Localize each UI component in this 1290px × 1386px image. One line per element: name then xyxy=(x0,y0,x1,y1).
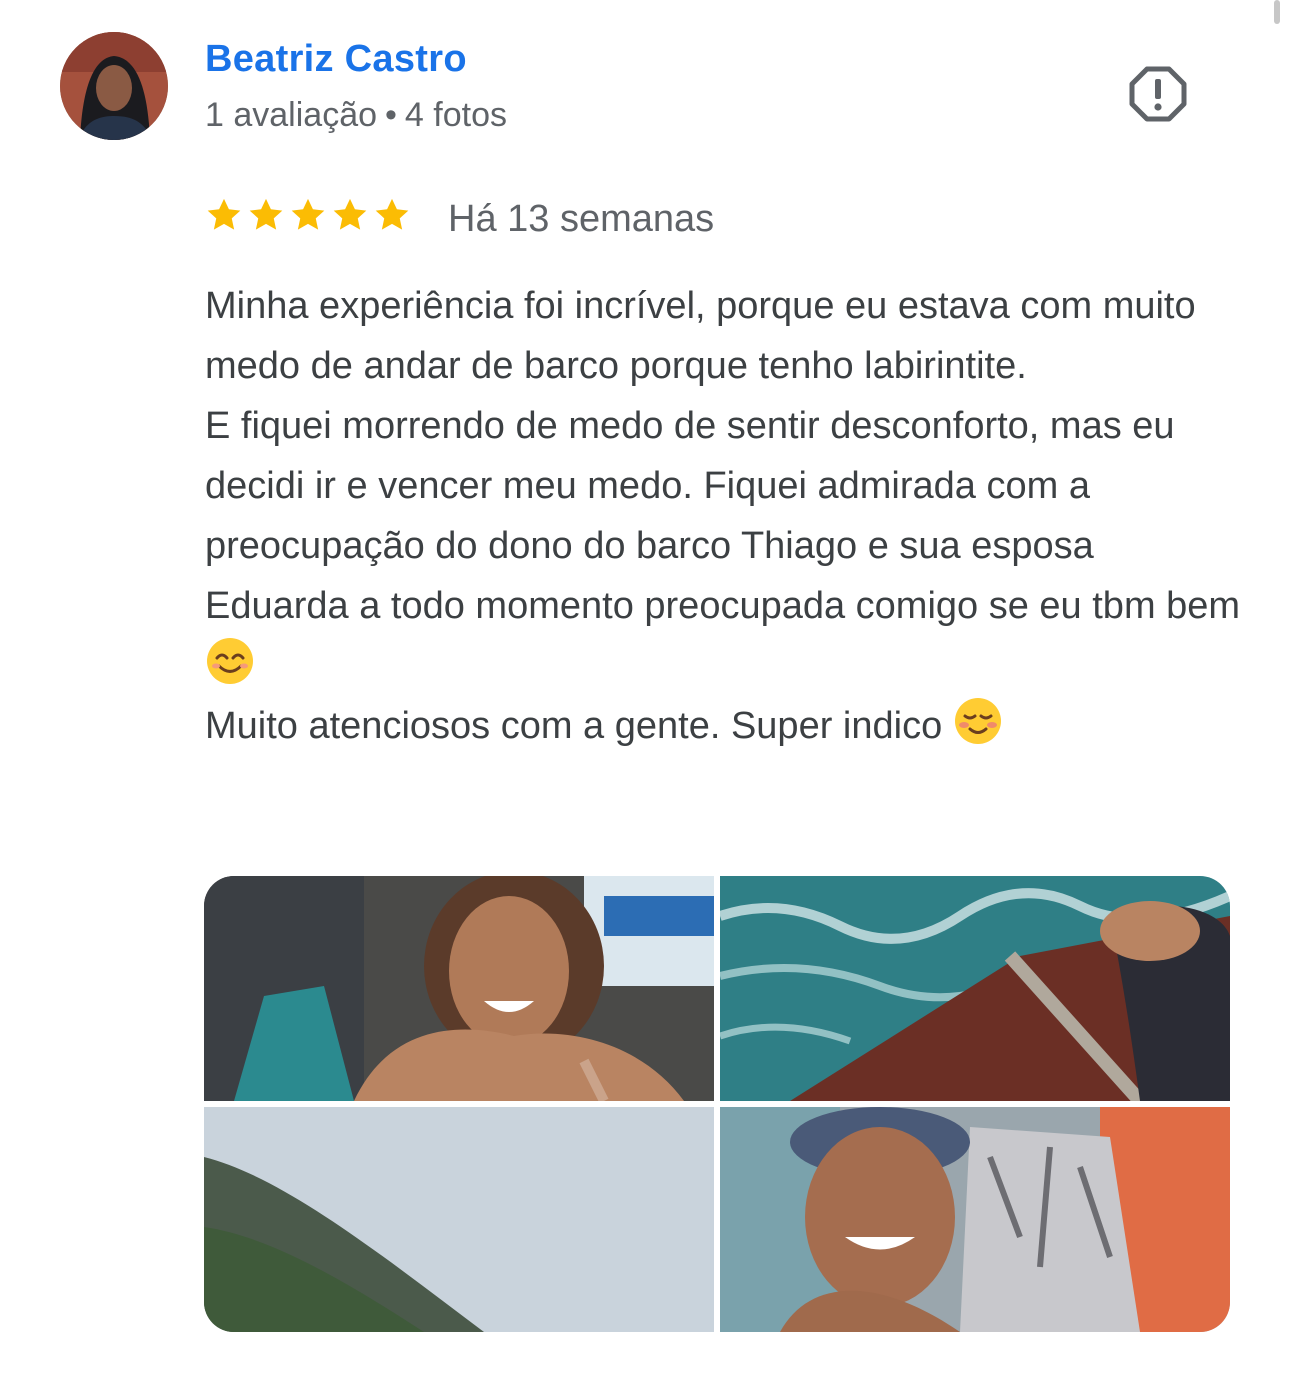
avatar-image xyxy=(60,32,168,140)
report-flag-icon[interactable] xyxy=(1128,64,1188,124)
review-paragraph-1: Minha experiência foi incrível, porque e… xyxy=(205,285,1196,387)
photo-selfie-cap[interactable] xyxy=(720,1107,1230,1332)
review-photo-gallery xyxy=(204,876,1230,1332)
review-text: Minha experiência foi incrível, porque e… xyxy=(205,276,1245,756)
star-icon xyxy=(375,198,409,230)
review-paragraph-2: E fiquei morrendo de medo de sentir desc… xyxy=(205,405,1241,627)
star-icon xyxy=(333,198,367,230)
reviewer-meta: 1 avaliação • 4 fotos xyxy=(205,96,507,135)
review-time: Há 13 semanas xyxy=(448,198,715,240)
smiling-face-blush-emoji xyxy=(954,698,1001,744)
reviews-count: 1 avaliação xyxy=(205,96,378,134)
photo-selfie-group[interactable] xyxy=(204,876,714,1101)
separator-dot: • xyxy=(385,96,397,134)
review-paragraph-3: Muito atenciosos com a gente. Super indi… xyxy=(205,705,943,747)
star-icon xyxy=(207,198,241,230)
smiling-face-emoji xyxy=(207,638,253,684)
scrollbar[interactable] xyxy=(1274,0,1280,24)
avatar[interactable] xyxy=(60,32,168,140)
photos-count: 4 fotos xyxy=(404,96,507,134)
photo-mountain-sky[interactable] xyxy=(204,1107,714,1332)
reviewer-name[interactable]: Beatriz Castro xyxy=(205,38,467,81)
star-rating xyxy=(205,196,411,234)
star-icon xyxy=(249,198,283,230)
photo-sea-boat-deck[interactable] xyxy=(720,876,1230,1101)
star-icon xyxy=(291,198,325,230)
